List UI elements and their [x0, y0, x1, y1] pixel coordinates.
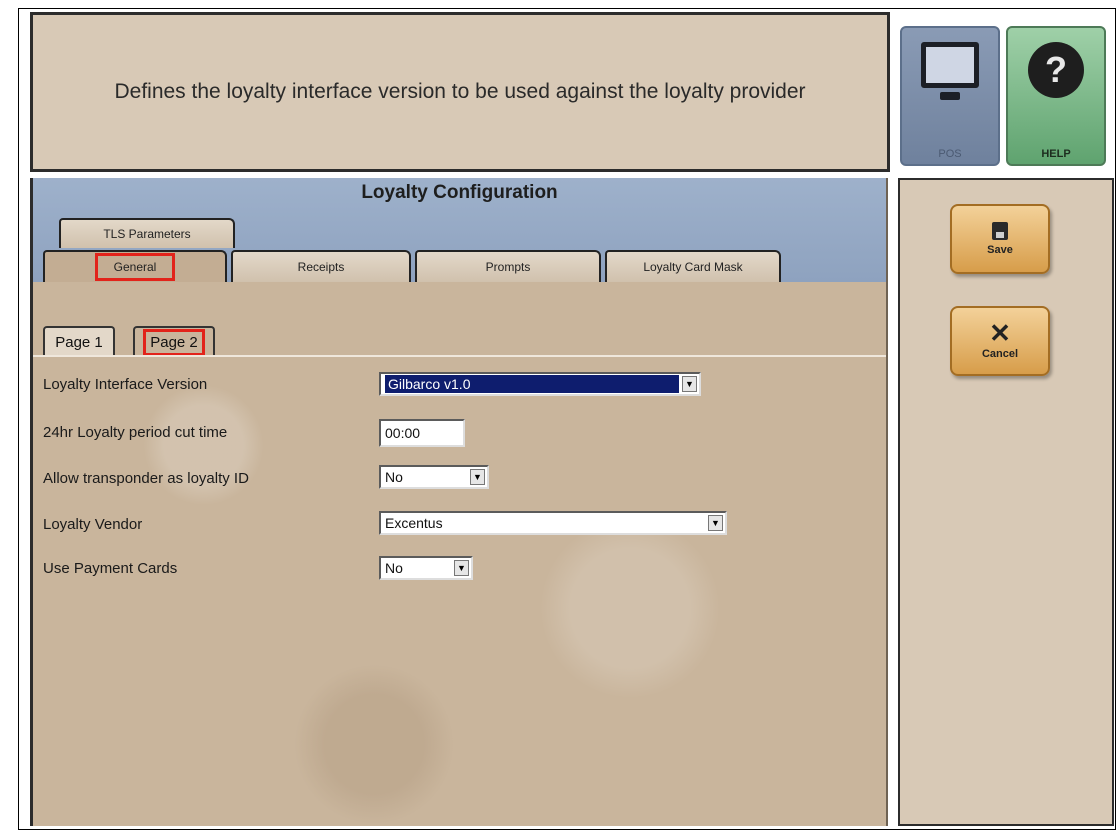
subtab-page-1[interactable]: Page 1 [43, 326, 115, 356]
pos-label: POS [938, 148, 962, 160]
floppy-disk-icon [992, 222, 1008, 240]
save-button[interactable]: Save [950, 204, 1050, 274]
help-button[interactable]: ? HELP [1006, 26, 1106, 166]
pos-button[interactable]: POS [900, 26, 1000, 166]
subtab-page-2[interactable]: Page 2 [133, 326, 215, 356]
tab-receipts[interactable]: Receipts [231, 250, 411, 282]
dropdown-arrow-icon[interactable]: ▼ [454, 560, 469, 576]
dropdown-arrow-icon[interactable]: ▼ [470, 469, 485, 485]
loyalty-interface-version-select[interactable]: Gilbarco v1.0 ▼ [379, 372, 701, 396]
question-icon: ? [1028, 42, 1084, 98]
description-text: Defines the loyalty interface version to… [114, 80, 806, 103]
help-label: HELP [1041, 148, 1071, 160]
divider [33, 355, 886, 357]
action-sidebar: Save ✕ Cancel [898, 178, 1114, 826]
content-area: Page 1 Page 2 Loyalty Interface Version … [33, 282, 886, 826]
tab-label: Prompts [485, 260, 531, 274]
dropdown-arrow-icon[interactable]: ▼ [682, 376, 697, 392]
tab-tls-parameters[interactable]: TLS Parameters [59, 218, 235, 248]
use-payment-cards-select[interactable]: No ▼ [379, 556, 473, 580]
tab-label: Receipts [297, 260, 345, 274]
select-value: No [385, 560, 403, 576]
x-icon: ✕ [989, 318, 1011, 348]
cut-time-input[interactable]: 00:00 [379, 419, 465, 447]
select-value: No [385, 469, 403, 485]
tab-loyalty-card-mask[interactable]: Loyalty Card Mask [605, 250, 781, 282]
field-label: Use Payment Cards [43, 560, 178, 577]
tab-label: TLS Parameters [103, 227, 191, 241]
field-label: Loyalty Interface Version [43, 376, 208, 393]
page-title: Loyalty Configuration [361, 182, 558, 203]
dropdown-arrow-icon[interactable]: ▼ [708, 515, 723, 531]
field-label: Allow transponder as loyalty ID [43, 470, 249, 487]
description-panel: Defines the loyalty interface version to… [30, 12, 890, 172]
save-label: Save [987, 244, 1013, 256]
loyalty-vendor-select[interactable]: Excentus ▼ [379, 511, 727, 535]
main-panel: Loyalty Configuration TLS Parameters Gen… [30, 178, 888, 826]
field-label: 24hr Loyalty period cut time [43, 424, 228, 441]
cancel-label: Cancel [981, 348, 1019, 360]
select-value: Excentus [385, 515, 443, 531]
field-label: Loyalty Vendor [43, 516, 143, 533]
cancel-button[interactable]: ✕ Cancel [950, 306, 1050, 376]
select-value: Gilbarco v1.0 [385, 375, 679, 393]
tab-prompts[interactable]: Prompts [415, 250, 601, 282]
allow-transponder-select[interactable]: No ▼ [379, 465, 489, 489]
monitor-icon [921, 42, 979, 100]
subtab-label: Page 1 [55, 333, 103, 351]
tab-label: General [94, 253, 176, 281]
tab-label: Loyalty Card Mask [643, 260, 743, 274]
tab-general[interactable]: General [43, 250, 227, 282]
input-value: 00:00 [385, 425, 421, 441]
subtab-label: Page 2 [143, 328, 205, 356]
